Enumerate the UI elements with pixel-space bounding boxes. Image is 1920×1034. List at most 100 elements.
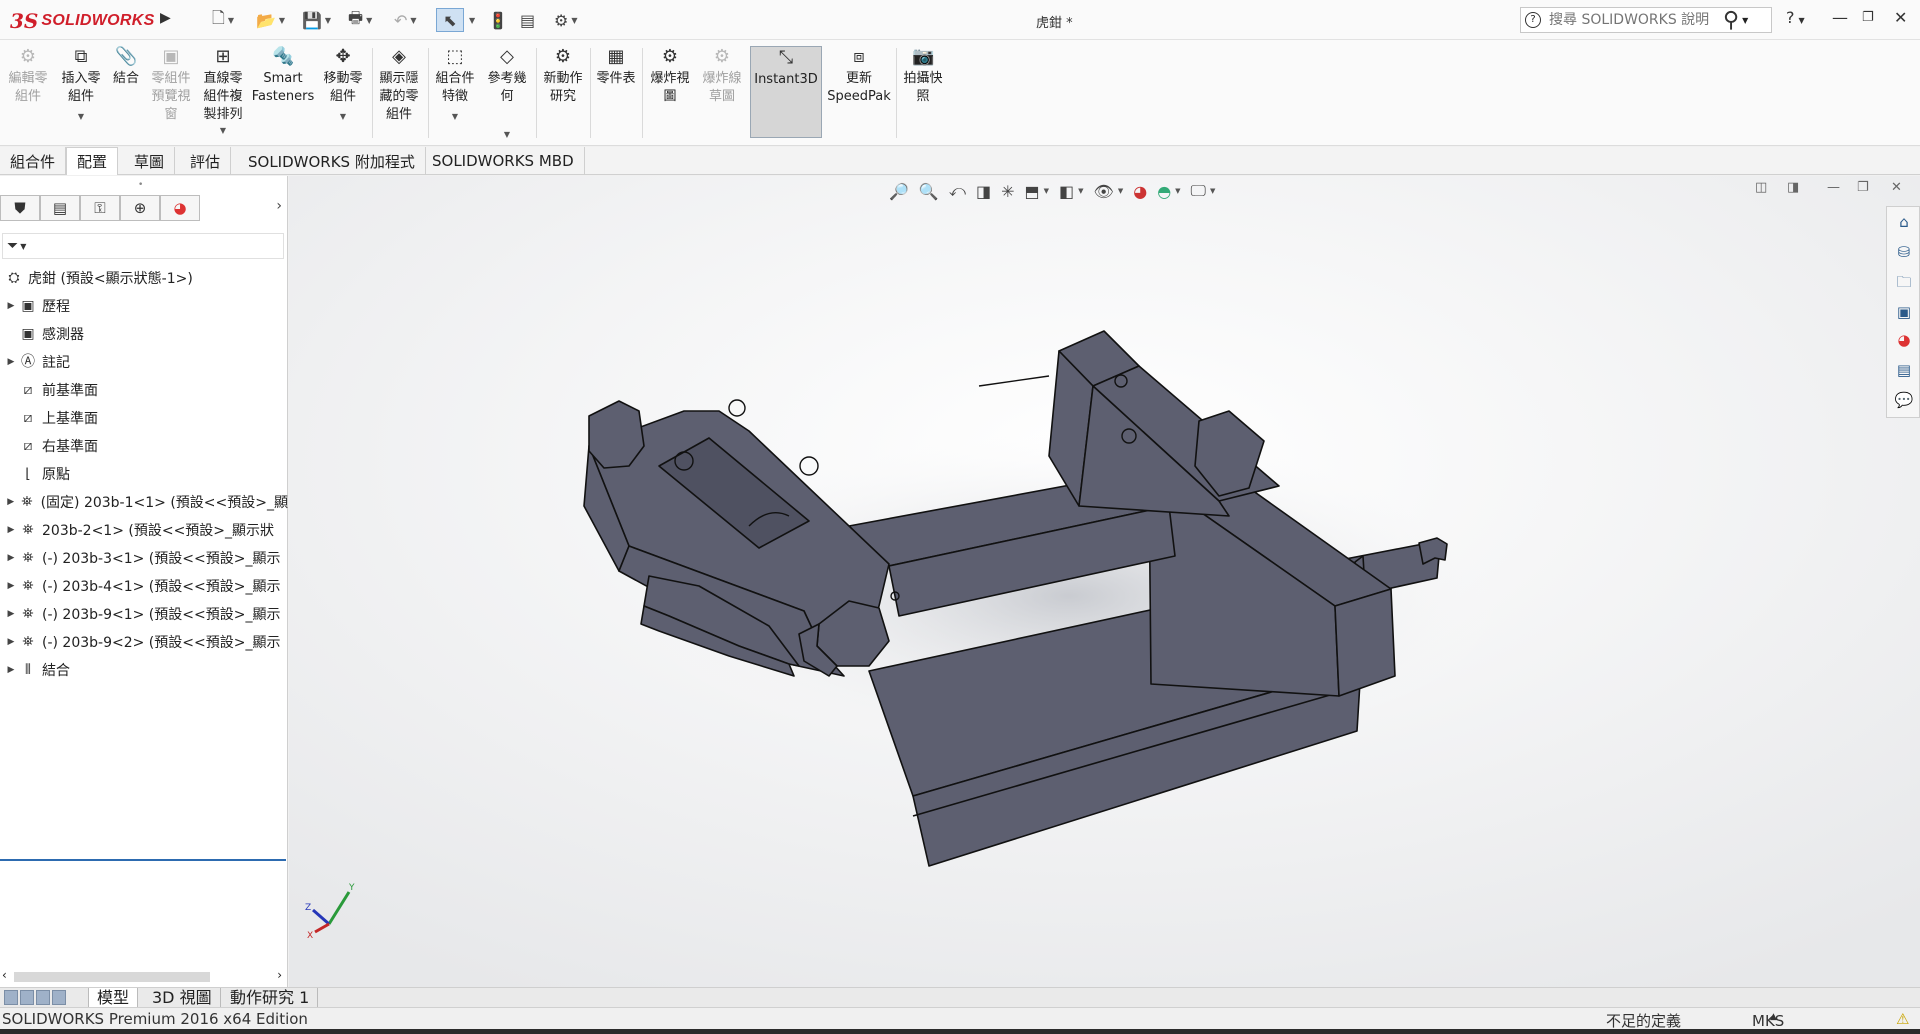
design-library-icon[interactable]: ⛁ <box>1893 241 1915 263</box>
new-document-button[interactable]: 🗋 ▼ <box>212 8 234 32</box>
search-icon[interactable]: ⚲ <box>1723 8 1739 33</box>
show-hidden-components-button[interactable]: ◈ 顯示隱 藏的零 組件 <box>374 46 424 138</box>
minimize-window-button[interactable]: — <box>1832 8 1848 27</box>
tab-assembly[interactable]: 組合件 <box>0 147 67 175</box>
save-button[interactable]: 💾 ▼ <box>302 8 331 32</box>
expand-arrow-icon[interactable]: ▶ <box>4 497 17 507</box>
viewport-restore-button[interactable]: ❐ <box>1857 180 1869 195</box>
chevron-down-icon[interactable]: ▼ <box>340 108 346 126</box>
expand-arrow-icon[interactable]: ▶ <box>4 301 18 311</box>
dynamic-annotation-icon[interactable]: ✳ <box>1001 182 1014 201</box>
tab-motion-study[interactable]: 動作研究 1 <box>222 988 319 1008</box>
move-component-button[interactable]: ✥ 移動零 組件 ▼ <box>318 46 368 138</box>
expand-arrow-icon[interactable]: ▶ <box>4 581 18 591</box>
close-window-button[interactable]: ✕ <box>1894 8 1907 27</box>
scroll-right-icon[interactable]: › <box>277 968 282 982</box>
expand-arrow-icon[interactable]: ▶ <box>4 637 18 647</box>
tree-node-top-plane[interactable]: ⧄ 上基準面 <box>0 404 288 432</box>
explode-line-sketch-button[interactable]: ⚙ 爆炸線 草圖 <box>698 46 746 138</box>
apply-scene-icon[interactable]: ◓ <box>1157 182 1171 201</box>
undo-button[interactable]: ↶ ▼ <box>394 8 417 32</box>
zoom-to-area-icon[interactable]: 🔍 <box>919 182 939 201</box>
display-style-icon[interactable]: ◧ <box>1059 182 1074 201</box>
section-view-icon[interactable]: ◨ <box>976 182 991 201</box>
menu-expand-icon[interactable]: ▶ <box>160 10 171 26</box>
dimxpert-manager-tab[interactable]: ⊕ <box>120 195 160 221</box>
tree-node-component[interactable]: ▶ ⛯ (固定) 203b-1<1> (預設<<預設>_顯 <box>0 488 288 516</box>
tree-filter[interactable]: ⏷ ▼ <box>2 233 284 259</box>
view-orientation-icon[interactable]: ⬒ <box>1024 182 1039 201</box>
custom-properties-icon[interactable]: ▤ <box>1893 359 1915 381</box>
display-manager-tab[interactable]: ◕ <box>160 195 200 221</box>
search-input[interactable] <box>1549 12 1719 28</box>
new-motion-study-button[interactable]: ⚙ 新動作 研究 <box>538 46 588 138</box>
rebuild-status-icon[interactable]: ⚠ <box>1896 1010 1909 1028</box>
tree-node-component[interactable]: ▶ ⛯ 203b-2<1> (預設<<預設>_顯示狀 <box>0 516 288 544</box>
assembly-features-button[interactable]: ⬚ 組合件 特徵 ▼ <box>430 46 480 138</box>
edit-appearance-icon[interactable]: ◕ <box>1133 182 1147 201</box>
last-tab-button[interactable] <box>52 990 66 1005</box>
zoom-to-fit-icon[interactable]: 🔎 <box>889 182 909 201</box>
insert-component-button[interactable]: ⧉ 插入零 組件 ▼ <box>56 46 106 138</box>
rebuild-button[interactable]: 🚦 <box>488 8 508 32</box>
tree-node-annotations[interactable]: ▶ Ⓐ 註記 <box>0 348 288 376</box>
chevron-down-icon[interactable]: ▼ <box>1118 187 1123 195</box>
configuration-manager-tab[interactable]: ⚿ <box>80 195 120 221</box>
vise-3d-model[interactable] <box>289 176 1920 987</box>
view-palette-icon[interactable]: ▣ <box>1893 301 1915 323</box>
restore-window-button[interactable]: ❐ <box>1862 10 1874 25</box>
reference-geometry-button[interactable]: ◇ 參考幾 何 ▼ <box>482 46 532 139</box>
tree-node-component[interactable]: ▶ ⛯ (-) 203b-4<1> (預設<<預設>_顯示 <box>0 572 288 600</box>
scroll-thumb[interactable] <box>14 972 210 982</box>
file-explorer-icon[interactable]: 🗀 <box>1893 271 1915 293</box>
previous-tab-button[interactable] <box>20 990 34 1005</box>
chevron-down-icon[interactable]: ▼ <box>1044 187 1049 195</box>
forum-icon[interactable]: 💬 <box>1893 389 1915 411</box>
feature-manager-tab[interactable]: ⛊ <box>0 195 40 221</box>
tree-node-component[interactable]: ▶ ⛯ (-) 203b-9<2> (預設<<預設>_顯示 <box>0 628 288 656</box>
expand-arrow-icon[interactable]: ▶ <box>4 609 18 619</box>
next-tab-button[interactable] <box>36 990 50 1005</box>
tab-sketch[interactable]: 草圖 <box>124 147 176 175</box>
tree-node-history[interactable]: ▶ ▣ 歷程 <box>0 292 288 320</box>
options-button[interactable]: ⚙ ▼ <box>554 8 578 32</box>
chevron-down-icon[interactable]: ▼ <box>220 122 226 140</box>
file-properties-button[interactable]: ▤ <box>520 8 535 32</box>
tab-model[interactable]: 模型 <box>88 988 139 1008</box>
print-button[interactable]: 🖶 ▼ <box>348 8 372 32</box>
update-speedpak-button[interactable]: ⧈ 更新 SpeedPak <box>826 46 892 138</box>
select-button[interactable]: ⬉ <box>436 8 464 32</box>
chevron-down-icon[interactable]: ▼ <box>452 108 458 126</box>
first-tab-button[interactable] <box>4 990 18 1005</box>
chevron-down-icon[interactable]: ▼ <box>1175 187 1180 195</box>
tree-node-sensors[interactable]: ▣ 感測器 <box>0 320 288 348</box>
view-settings-icon[interactable]: 🖵 <box>1191 181 1206 201</box>
scroll-left-icon[interactable]: ‹ <box>2 968 7 982</box>
smart-fasteners-button[interactable]: 🔩 Smart Fasteners <box>250 46 316 138</box>
previous-view-icon[interactable]: ⤺ <box>949 181 966 201</box>
tree-node-right-plane[interactable]: ⧄ 右基準面 <box>0 432 288 460</box>
chevron-down-icon[interactable]: ▼ <box>1742 16 1748 25</box>
graphics-area[interactable]: 🔎 🔍 ⤺ ◨ ✳ ⬒ ▼ ◧ ▼ 👁 ▼ ◕ ◓ ▼ 🖵 ▼ ◫ ◨ — ❐ ✕ ⌂ ⛁… <box>289 176 1920 987</box>
mate-button[interactable]: 📎 結合 <box>108 46 144 138</box>
bom-button[interactable]: ▦ 零件表 <box>592 46 640 138</box>
tab-mbd[interactable]: SOLIDWORKS MBD <box>422 147 585 175</box>
tree-node-front-plane[interactable]: ⧄ 前基準面 <box>0 376 288 404</box>
appearances-icon[interactable]: ◕ <box>1893 329 1915 351</box>
tree-node-component[interactable]: ▶ ⛯ (-) 203b-3<1> (預設<<預設>_顯示 <box>0 544 288 572</box>
tab-3d-views[interactable]: 3D 視圖 <box>144 988 221 1008</box>
tab-evaluate[interactable]: 評估 <box>180 147 232 175</box>
expand-arrow-icon[interactable]: ▶ <box>4 357 18 367</box>
panel-grip-icon[interactable]: • <box>138 180 143 190</box>
solidworks-logo[interactable]: 3S SOLIDWORKS <box>10 8 155 34</box>
help-icon[interactable]: ? <box>1525 12 1541 28</box>
tab-configuration[interactable]: 配置 <box>66 147 119 175</box>
tree-root[interactable]: ⛭ 虎鉗 (預設<顯示狀態-1>) <box>0 264 288 292</box>
chevron-down-icon[interactable]: ▼ <box>1078 187 1083 195</box>
expand-arrow-icon[interactable]: ▶ <box>4 525 18 535</box>
exploded-view-button[interactable]: ⚙ 爆炸視 圖 <box>646 46 694 138</box>
chevron-down-icon[interactable]: ▼ <box>78 108 84 126</box>
tree-rollback-bar[interactable] <box>0 859 286 861</box>
edit-component-button[interactable]: ⚙ 編輯零 組件 <box>6 46 50 138</box>
instant3d-button[interactable]: ⤡ Instant3D <box>750 46 822 138</box>
